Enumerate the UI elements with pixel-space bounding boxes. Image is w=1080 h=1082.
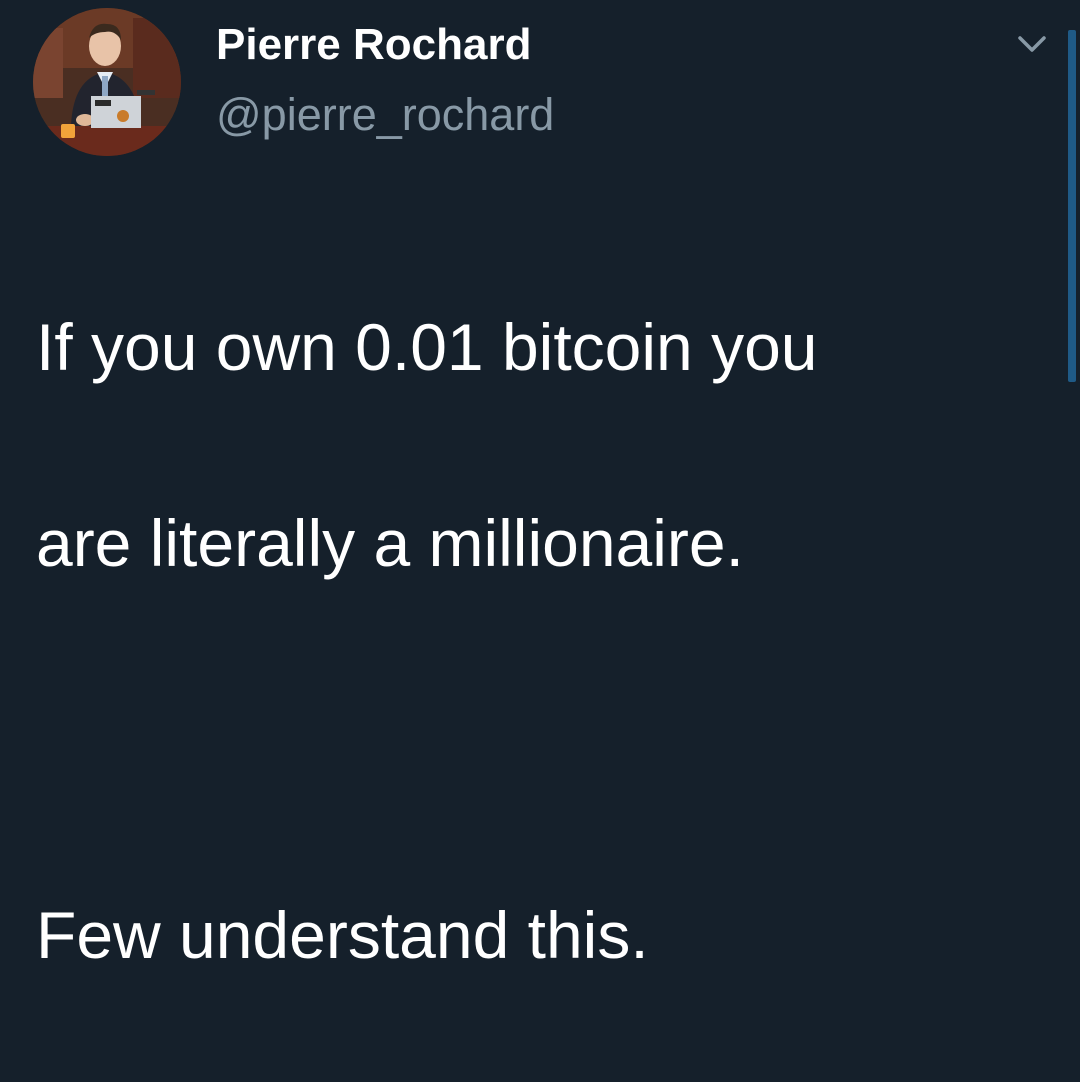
chevron-down-icon xyxy=(1018,36,1046,52)
display-name[interactable]: Pierre Rochard xyxy=(216,20,531,70)
tweet-menu-button[interactable] xyxy=(1012,30,1052,60)
paragraph-break xyxy=(36,690,1036,788)
tweet-card[interactable]: Pierre Rochard @pierre_rochard If you ow… xyxy=(0,0,1080,972)
tweet-text-line: If you own 0.01 bitcoin you xyxy=(36,310,818,384)
handle[interactable]: @pierre_rochard xyxy=(216,89,554,141)
tweet-text-line: Few understand this. xyxy=(36,898,649,972)
tweet-text-line: are literally a millionaire. xyxy=(36,506,744,580)
tweet-text: If you own 0.01 bitcoin you are literall… xyxy=(36,200,1036,1082)
avatar[interactable] xyxy=(33,8,181,156)
profile-photo xyxy=(33,8,181,156)
scroll-indicator xyxy=(1068,30,1076,382)
